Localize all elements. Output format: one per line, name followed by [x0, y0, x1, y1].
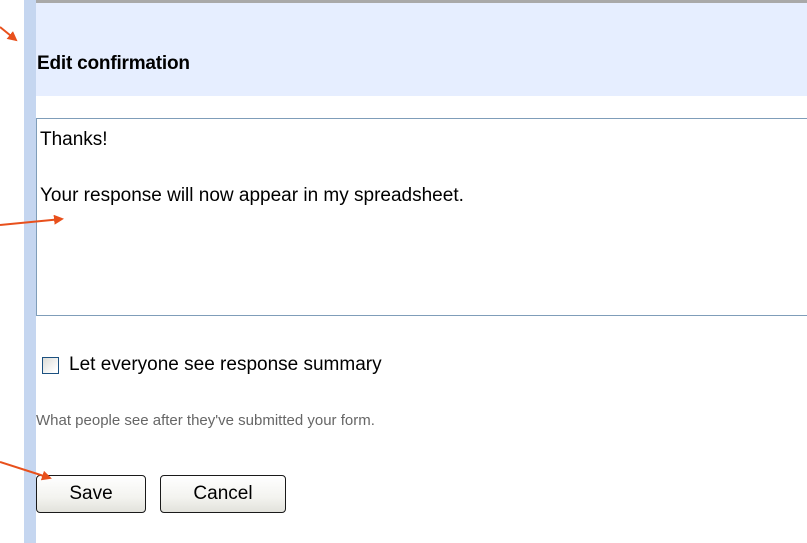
cancel-button[interactable]: Cancel [160, 475, 286, 513]
confirmation-message-textarea[interactable]: Thanks! Your response will now appear in… [36, 118, 807, 316]
save-button[interactable]: Save [36, 475, 146, 513]
response-summary-option[interactable]: Let everyone see response summary [42, 351, 382, 379]
dialog-title: Edit confirmation [37, 53, 190, 74]
dialog-header: Edit confirmation [36, 3, 807, 96]
screenshot-canvas: Edit confirmation Thanks! Your response … [0, 0, 807, 543]
arrow-to-title [0, 26, 18, 42]
response-summary-label[interactable]: Let everyone see response summary [69, 354, 382, 376]
confirmation-hint: What people see after they've submitted … [36, 412, 375, 429]
edit-confirmation-dialog: Edit confirmation Thanks! Your response … [24, 0, 807, 543]
response-summary-checkbox[interactable] [42, 356, 59, 374]
